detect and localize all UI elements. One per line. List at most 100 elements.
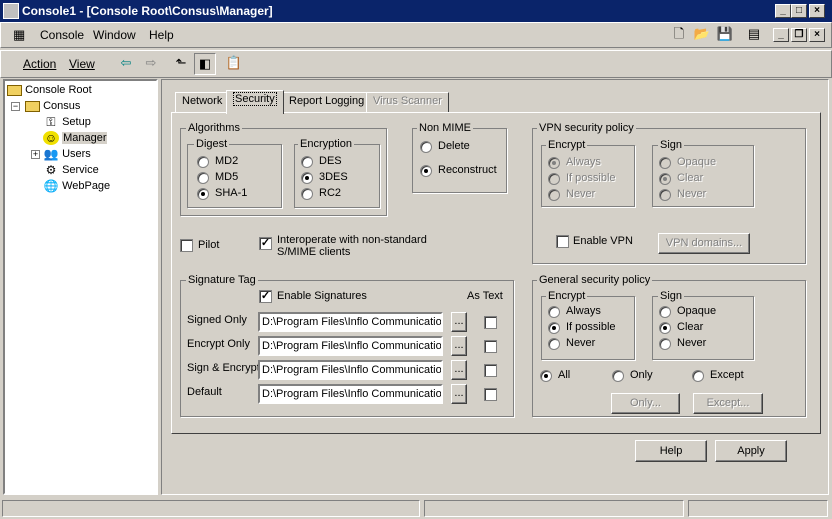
folder-icon <box>25 100 40 112</box>
window-title: Console1 - [Console Root\Consus\Manager] <box>22 4 273 18</box>
menu-help[interactable]: Help <box>149 28 174 42</box>
vpn-encrypt-title: Encrypt <box>546 139 588 151</box>
pilot-checkbox[interactable] <box>180 239 193 252</box>
maximize-button[interactable]: □ <box>791 4 807 18</box>
general-encrypt-group <box>541 296 635 360</box>
close-button[interactable]: × <box>809 4 825 18</box>
general-encrypt-title: Encrypt <box>546 290 588 302</box>
setup-icon: ⚿ <box>46 115 56 130</box>
mdi-close-button[interactable]: × <box>809 28 825 42</box>
digest-title: Digest <box>194 138 230 150</box>
signature-encrypt-only-label: Encrypt Only <box>187 338 250 350</box>
mmc-icon[interactable]: ▦ <box>13 27 29 43</box>
menu-console[interactable]: Console <box>40 28 84 42</box>
signature-default-as-text-checkbox[interactable] <box>484 388 497 401</box>
as-text-header: As Text <box>467 290 503 302</box>
properties-icon[interactable]: 📋 <box>223 53 245 75</box>
folder-icon <box>7 84 22 96</box>
smiley-icon: ☺ <box>43 131 59 146</box>
digest-group <box>187 144 282 208</box>
status-pane-3 <box>688 500 828 517</box>
tree-item-console-root[interactable]: Console Root <box>7 82 92 98</box>
general-sign-group <box>652 296 754 360</box>
status-pane-2 <box>424 500 684 517</box>
expand-icon[interactable]: + <box>31 150 40 159</box>
tree-item-consus[interactable]: Consus <box>25 98 80 114</box>
tab-virus-scanner[interactable]: Virus Scanner <box>366 92 449 112</box>
users-icon: 👥 <box>43 147 59 162</box>
tree-item-manager[interactable]: ☺ Manager <box>43 130 108 146</box>
tree-item-setup[interactable]: ⚿ Setup <box>43 114 90 130</box>
up-one-level-icon[interactable]: ⬑ <box>170 53 192 75</box>
pilot-label: Pilot <box>198 239 220 251</box>
vpn-sign-group <box>652 145 754 207</box>
tab-network[interactable]: Network <box>175 92 230 112</box>
signature-encrypt-only-browse-button[interactable]: ... <box>451 336 467 356</box>
globe-icon: 🌐 <box>43 179 59 194</box>
status-bar <box>0 498 832 519</box>
enable-signatures-checkbox[interactable]: ✓ <box>259 290 272 303</box>
console-tree: Console Root − Consus ⚿ Setup ☺ Manager … <box>3 79 158 495</box>
service-icon: ⚙ <box>45 163 57 178</box>
except-button[interactable]: Except... <box>693 393 763 414</box>
vpn-domains-button[interactable]: VPN domains... <box>658 233 750 254</box>
signature-default-label: Default <box>187 386 222 398</box>
console-tree-icon[interactable]: ▤ <box>743 24 765 46</box>
show-hide-tree-icon[interactable]: ◧ <box>194 53 216 75</box>
help-button[interactable]: Help <box>635 440 707 462</box>
mdi-minimize-button[interactable]: _ <box>773 28 789 42</box>
signature-tag-title: Signature Tag <box>186 274 258 286</box>
action-toolbar: Action View ⇦ ⇨ ⬑ ◧ 📋 <box>0 50 832 78</box>
enable-signatures-label: Enable Signatures <box>277 290 367 302</box>
signature-default-path-field[interactable]: D:\Program Files\Inflo Communication <box>258 384 443 404</box>
signature-encrypt-only-as-text-checkbox[interactable] <box>484 340 497 353</box>
encryption-title: Encryption <box>298 138 354 150</box>
tree-item-webpage[interactable]: 🌐 WebPage <box>43 178 111 194</box>
new-icon[interactable]: 🗋 <box>668 24 690 46</box>
forward-arrow-icon[interactable]: ⇨ <box>140 53 162 75</box>
open-icon[interactable]: 📂 <box>691 24 713 46</box>
general-policy-title: General security policy <box>537 274 653 286</box>
enable-vpn-checkbox[interactable] <box>556 235 569 248</box>
algorithms-title: Algorithms <box>186 122 242 134</box>
non-mime-title: Non MIME <box>417 122 473 134</box>
signature-sign-encrypt-path-field[interactable]: D:\Program Files\Inflo Communication <box>258 360 443 380</box>
signature-signed-only-as-text-checkbox[interactable] <box>484 316 497 329</box>
vpn-sign-title: Sign <box>658 139 685 151</box>
menu-window[interactable]: Window <box>93 28 136 42</box>
only-button[interactable]: Only... <box>611 393 680 414</box>
enable-vpn-label: Enable VPN <box>573 235 633 247</box>
signature-sign-encrypt-as-text-checkbox[interactable] <box>484 364 497 377</box>
interop-label-line2: S/MIME clients <box>277 246 351 258</box>
encryption-group <box>294 144 380 208</box>
tree-item-service[interactable]: ⚙ Service <box>43 162 99 178</box>
collapse-icon[interactable]: − <box>11 102 20 111</box>
non-mime-group <box>412 128 507 193</box>
interop-label-line1: Interoperate with non-standard <box>277 234 427 246</box>
menu-action[interactable]: Action <box>23 57 56 71</box>
signature-default-browse-button[interactable]: ... <box>451 384 467 404</box>
signature-signed-only-label: Signed Only <box>187 314 247 326</box>
minimize-button[interactable]: _ <box>775 4 791 18</box>
mdi-restore-button[interactable]: ❐ <box>791 28 807 42</box>
apply-button[interactable]: Apply <box>715 440 787 462</box>
back-arrow-icon[interactable]: ⇦ <box>115 53 137 75</box>
tab-security[interactable]: Security <box>226 90 284 114</box>
vpn-policy-title: VPN security policy <box>537 122 636 134</box>
general-sign-title: Sign <box>658 290 685 302</box>
signature-sign-encrypt-label: Sign & Encrypt <box>187 362 260 374</box>
signature-sign-encrypt-browse-button[interactable]: ... <box>451 360 467 380</box>
signature-signed-only-path-field[interactable]: D:\Program Files\Inflo Communication <box>258 312 443 332</box>
vpn-encrypt-group <box>541 145 635 207</box>
signature-encrypt-only-path-field[interactable]: D:\Program Files\Inflo Communication <box>258 336 443 356</box>
save-icon[interactable]: 💾 <box>714 24 736 46</box>
status-pane-1 <box>2 500 420 517</box>
console-app-icon[interactable] <box>3 3 19 19</box>
interop-checkbox[interactable]: ✓ <box>259 237 272 250</box>
signature-signed-only-browse-button[interactable]: ... <box>451 312 467 332</box>
menu-view[interactable]: View <box>69 57 95 71</box>
title-bar: Console1 - [Console Root\Consus\Manager]… <box>0 0 832 22</box>
tab-report-logging[interactable]: Report Logging <box>282 92 372 112</box>
tree-item-users[interactable]: 👥 Users <box>43 146 91 162</box>
menu-bar: ▦ Console Window Help 🗋 📂 💾 ▤ _ ❐ × <box>0 22 832 48</box>
